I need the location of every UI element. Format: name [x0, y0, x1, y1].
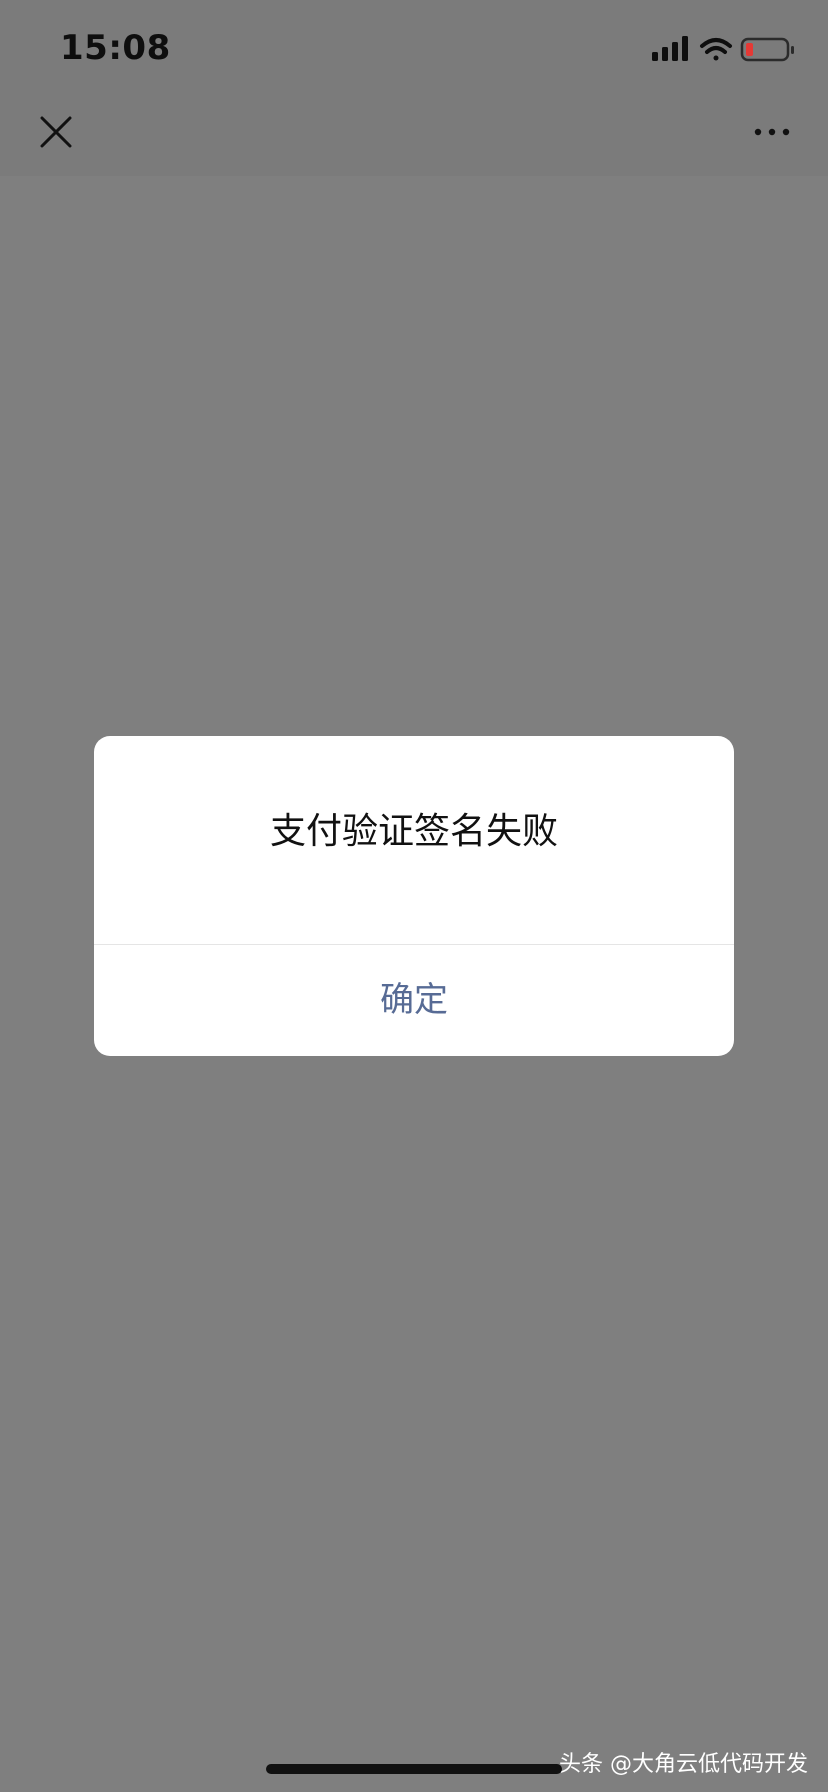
signal-icon	[652, 36, 688, 61]
dialog-message: 支付验证签名失败	[269, 811, 558, 852]
more-icon[interactable]	[752, 114, 792, 150]
watermark: 头条 @大角云低代码开发	[559, 1752, 808, 1777]
battery-low-icon	[740, 37, 794, 62]
status-time: 15:08	[60, 28, 171, 68]
wifi-icon	[700, 38, 732, 61]
alert-dialog: 支付验证签名失败 确定	[94, 736, 734, 1056]
screen: 15:08 支付验证签名失败 确定 头条 @大角云低代码开发	[0, 0, 828, 1792]
close-icon[interactable]	[38, 114, 74, 150]
home-indicator[interactable]	[266, 1764, 562, 1774]
status-bar: 15:08	[0, 0, 828, 96]
nav-bar	[0, 96, 828, 176]
status-icons	[652, 36, 794, 62]
confirm-button[interactable]: 确定	[94, 945, 734, 1056]
